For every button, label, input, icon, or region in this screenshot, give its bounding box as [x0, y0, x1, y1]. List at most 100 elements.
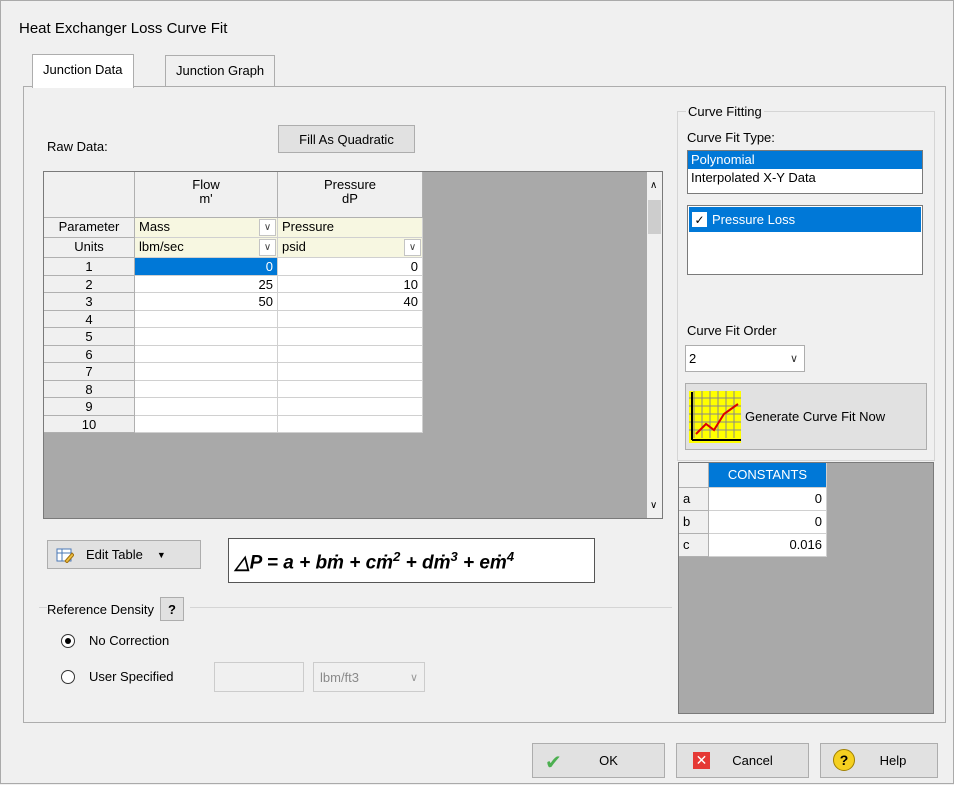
- help-button[interactable]: ? Help: [820, 743, 938, 778]
- flow-cell[interactable]: [135, 310, 278, 328]
- edit-table-button[interactable]: Edit Table ▼: [47, 540, 201, 569]
- row-index: 7: [44, 363, 135, 381]
- constants-table[interactable]: CONSTANTS a 0b 0c 0.016: [678, 462, 934, 714]
- pressure-cell[interactable]: 10: [278, 275, 423, 293]
- column-header-flow[interactable]: Flow m': [135, 172, 278, 218]
- generate-curve-fit-label: Generate Curve Fit Now: [745, 409, 886, 424]
- help-label: Help: [879, 753, 907, 768]
- curve-fit-type-list[interactable]: Polynomial Interpolated X-Y Data: [687, 150, 923, 194]
- dropdown-arrow-icon: ▼: [156, 549, 166, 560]
- flow-cell[interactable]: [135, 328, 278, 346]
- scroll-up-icon[interactable]: ∧: [650, 180, 657, 191]
- parameter-pressure-cell[interactable]: Pressure: [278, 218, 423, 238]
- pressure-cell[interactable]: [278, 345, 423, 363]
- row-index: 9: [44, 398, 135, 416]
- cancel-label: Cancel: [732, 753, 773, 768]
- row-index: 4: [44, 310, 135, 328]
- user-specified-density-input[interactable]: [214, 662, 304, 692]
- constant-value[interactable]: 0: [709, 511, 827, 534]
- curve-fit-order-select[interactable]: 2 ∨: [685, 345, 805, 372]
- user-specified-label[interactable]: User Specified: [89, 669, 174, 684]
- row-index: 1: [44, 258, 135, 276]
- reference-density-help-button[interactable]: ?: [159, 597, 184, 621]
- column-header-flow-symbol: m': [199, 191, 213, 206]
- reference-density-header: Reference Density ?: [47, 597, 190, 621]
- pressure-cell[interactable]: [278, 328, 423, 346]
- chevron-down-icon[interactable]: ∨: [404, 239, 421, 256]
- chevron-down-icon[interactable]: ∨: [259, 219, 276, 236]
- chevron-down-icon: ∨: [409, 672, 418, 684]
- density-units-value: lbm/ft3: [320, 670, 360, 685]
- chevron-down-icon: ∨: [789, 353, 798, 365]
- grid-corner: [44, 172, 135, 218]
- pressure-cell[interactable]: 0: [278, 258, 423, 276]
- pressure-cell[interactable]: [278, 380, 423, 398]
- fill-as-quadratic-button[interactable]: Fill As Quadratic: [278, 125, 415, 153]
- parameter-flow-cell[interactable]: Mass ∨: [135, 218, 278, 238]
- curve-fit-type-label: Curve Fit Type:: [687, 130, 775, 145]
- pressure-loss-label: Pressure Loss: [712, 212, 796, 227]
- curve-fit-graph-icon: [689, 390, 741, 443]
- row-index: 8: [44, 380, 135, 398]
- flow-cell[interactable]: 50: [135, 293, 278, 311]
- curve-fit-order-value: 2: [689, 351, 697, 366]
- curve-fit-checklist[interactable]: ✓ Pressure Loss: [687, 205, 923, 275]
- no-correction-radio[interactable]: [61, 634, 75, 648]
- ok-label: OK: [599, 753, 618, 768]
- generate-curve-fit-button[interactable]: Generate Curve Fit Now: [685, 383, 927, 450]
- edit-table-label: Edit Table: [86, 547, 143, 562]
- row-header-units: Units: [44, 238, 135, 258]
- raw-data-label: Raw Data:: [47, 139, 108, 154]
- pressure-cell[interactable]: [278, 415, 423, 433]
- flow-cell[interactable]: [135, 363, 278, 381]
- constant-name: b: [679, 511, 709, 534]
- dialog-window: Heat Exchanger Loss Curve Fit Junction D…: [0, 0, 954, 784]
- scroll-down-icon[interactable]: ∨: [650, 500, 657, 511]
- checkmark-icon: ✔: [545, 752, 562, 774]
- pressure-cell[interactable]: [278, 310, 423, 328]
- raw-data-grid[interactable]: Flow m' Pressure dP Parameter Mass ∨ Pre…: [43, 171, 663, 519]
- constants-corner: [679, 463, 709, 488]
- units-pressure-cell[interactable]: psid ∨: [278, 238, 423, 258]
- column-header-pressure[interactable]: Pressure dP: [278, 172, 423, 218]
- curve-fit-order-label: Curve Fit Order: [687, 323, 777, 338]
- curve-fit-equation: △P = a + bṁ + cṁ2 + dṁ3 + eṁ4: [228, 538, 595, 583]
- checkbox-checked-icon[interactable]: ✓: [692, 212, 707, 227]
- pressure-cell[interactable]: [278, 363, 423, 381]
- column-header-flow-name: Flow: [192, 177, 220, 192]
- flow-cell[interactable]: 25: [135, 275, 278, 293]
- pressure-loss-item[interactable]: ✓ Pressure Loss: [689, 207, 921, 232]
- units-pressure-value: psid: [282, 239, 306, 254]
- cancel-button[interactable]: ✕ Cancel: [676, 743, 809, 778]
- flow-cell[interactable]: 0: [135, 258, 278, 276]
- units-flow-cell[interactable]: lbm/sec ∨: [135, 238, 278, 258]
- flow-cell[interactable]: [135, 380, 278, 398]
- pressure-cell[interactable]: [278, 398, 423, 416]
- equation-part-1: △P = a + bṁ + cṁ: [235, 552, 394, 574]
- row-index: 5: [44, 328, 135, 346]
- curve-fit-type-interpolated[interactable]: Interpolated X-Y Data: [688, 169, 922, 187]
- constants-header: CONSTANTS: [709, 463, 827, 488]
- curve-fit-type-polynomial[interactable]: Polynomial: [688, 151, 922, 169]
- equation-part-2: + dṁ: [400, 552, 451, 574]
- equation-power-4: 4: [506, 549, 515, 564]
- column-header-pressure-name: Pressure: [323, 177, 377, 192]
- no-correction-label[interactable]: No Correction: [89, 633, 169, 648]
- flow-cell[interactable]: [135, 415, 278, 433]
- density-units-select[interactable]: lbm/ft3 ∨: [313, 662, 425, 692]
- units-flow-value: lbm/sec: [139, 239, 184, 254]
- edit-table-icon: [56, 548, 74, 563]
- chevron-down-icon[interactable]: ∨: [259, 239, 276, 256]
- fill-as-quadratic-label: Fill As Quadratic: [299, 131, 394, 147]
- constant-value[interactable]: 0.016: [709, 534, 827, 557]
- ok-button[interactable]: ✔ OK: [532, 743, 665, 778]
- scroll-thumb[interactable]: [648, 200, 661, 234]
- vertical-scrollbar[interactable]: ∧ ∨: [647, 172, 662, 518]
- user-specified-radio[interactable]: [61, 670, 75, 684]
- pressure-cell[interactable]: 40: [278, 293, 423, 311]
- constant-name: a: [679, 488, 709, 511]
- flow-cell[interactable]: [135, 345, 278, 363]
- flow-cell[interactable]: [135, 398, 278, 416]
- curve-fitting-label: Curve Fitting: [686, 104, 764, 119]
- constant-value[interactable]: 0: [709, 488, 827, 511]
